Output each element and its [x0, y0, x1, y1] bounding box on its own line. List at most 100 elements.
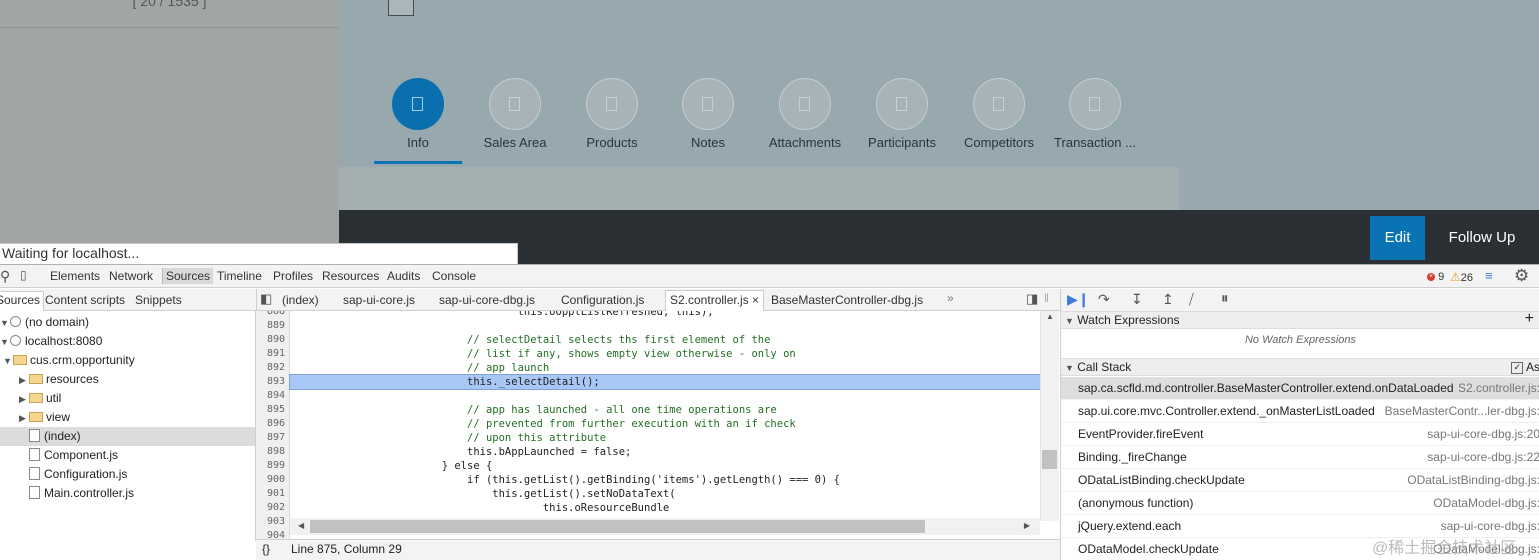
line-number[interactable]: 901	[267, 488, 285, 499]
async-toggle[interactable]: ✓ As	[1511, 359, 1539, 376]
code-line[interactable]: this.oOpptListRefreshed, this);	[290, 311, 1040, 319]
edit-button[interactable]: Edit	[1370, 216, 1425, 260]
scroll-right-icon[interactable]: ▶	[1024, 521, 1030, 530]
pause-on-exceptions-icon[interactable]: ⏸	[1221, 290, 1229, 307]
line-number[interactable]: 897	[267, 432, 285, 443]
line-number[interactable]: 904	[267, 530, 285, 539]
expand-icon[interactable]: ▶	[19, 371, 29, 390]
tree-item[interactable]: ▶ resources	[0, 370, 255, 390]
follow-up-button[interactable]: Follow Up	[1440, 216, 1524, 260]
code-editor[interactable]: 888 889 890 891 892 893 894 895 896 897 898 899 900 9…	[256, 311, 1060, 539]
scroll-left-icon[interactable]: ◀	[298, 521, 304, 530]
collapse-icon[interactable]: ▼	[3, 352, 13, 371]
tab-notes[interactable]: Notes	[659, 78, 757, 150]
expand-icon[interactable]: ▶	[19, 409, 29, 428]
tree-item[interactable]: (index)	[0, 427, 255, 446]
call-frame[interactable]: (anonymous function) ODataModel-dbg.js:	[1061, 492, 1539, 515]
code-line[interactable]: } else {	[290, 459, 1040, 473]
collapse-icon[interactable]: ▼	[0, 314, 10, 333]
tab-circle[interactable]	[779, 78, 831, 130]
code-line[interactable]: // upon this attribute	[290, 431, 1040, 445]
checkbox[interactable]	[388, 0, 414, 16]
tab-resources[interactable]: Resources	[322, 269, 379, 283]
line-number[interactable]: 888	[267, 311, 285, 317]
code-line[interactable]	[290, 319, 1040, 333]
toggle-navigator-icon[interactable]: ◧	[260, 291, 272, 307]
line-number[interactable]: 903	[267, 516, 285, 527]
close-tab-icon[interactable]: ×	[752, 293, 759, 307]
tab-circle[interactable]	[586, 78, 638, 130]
tab-sources[interactable]: Sources	[162, 268, 214, 284]
line-number[interactable]: 891	[267, 348, 285, 359]
tree-item[interactable]: ▼ (no domain)	[0, 313, 255, 333]
nav-tab-snippets[interactable]: Snippets	[135, 293, 182, 307]
call-frame-location[interactable]: sap-ui-core-dbg.js:22	[1427, 446, 1539, 469]
file-tab-s2-controller[interactable]: S2.controller.js ×	[665, 290, 765, 311]
console-drawer-icon[interactable]: ≡	[1485, 268, 1493, 283]
line-number[interactable]: 895	[267, 404, 285, 415]
tab-audits[interactable]: Audits	[387, 269, 420, 283]
line-gutter[interactable]: 888 889 890 891 892 893 894 895 896 897 898 899 900 9…	[256, 311, 290, 539]
tree-item[interactable]: ▼ localhost:8080	[0, 332, 255, 352]
call-frame[interactable]: ODataListBinding.checkUpdate ODataListBin…	[1061, 469, 1539, 492]
file-tab-sap-ui-core-dbg[interactable]: sap-ui-core-dbg.js	[439, 293, 535, 307]
tab-network[interactable]: Network	[109, 269, 153, 283]
code-line[interactable]: // selectDetail selects ths first elemen…	[290, 333, 1040, 347]
code-line[interactable]: // prevented from further execution with…	[290, 417, 1040, 431]
tab-elements[interactable]: Elements	[50, 269, 100, 283]
more-tabs-icon[interactable]: »	[947, 291, 954, 305]
vertical-scrollbar[interactable]: ▲	[1040, 311, 1059, 521]
tree-item[interactable]: ▶ view	[0, 408, 255, 428]
tab-circle[interactable]	[876, 78, 928, 130]
call-frame[interactable]: sap.ui.core.mvc.Controller.extend._onMas…	[1061, 400, 1539, 423]
error-counter[interactable]: × 9	[1427, 271, 1444, 283]
code-line[interactable]: // app has launched - all one time opera…	[290, 403, 1040, 417]
tab-timeline[interactable]: Timeline	[217, 269, 262, 283]
code-line[interactable]: if (this.getList().getBinding('items').g…	[290, 473, 1040, 487]
tab-sales-area[interactable]: Sales Area	[466, 78, 564, 150]
line-number[interactable]: 889	[267, 320, 285, 331]
line-number[interactable]: 899	[267, 460, 285, 471]
tab-attachments[interactable]: Attachments	[756, 78, 854, 150]
tab-competitors[interactable]: Competitors	[950, 78, 1048, 150]
file-tab-configuration[interactable]: Configuration.js	[561, 293, 644, 307]
call-frame[interactable]: Binding._fireChange sap-ui-core-dbg.js:22	[1061, 446, 1539, 469]
warning-counter[interactable]: ⚠26	[1450, 270, 1473, 284]
line-number[interactable]: 896	[267, 418, 285, 429]
line-number[interactable]: 902	[267, 502, 285, 513]
collapse-icon[interactable]: ▼	[0, 333, 10, 352]
file-tab-base-master-controller[interactable]: BaseMasterController-dbg.js	[771, 293, 923, 307]
scroll-up-icon[interactable]: ▲	[1046, 312, 1054, 321]
call-frame-location[interactable]: ODataListBinding-dbg.js:	[1407, 469, 1539, 492]
tab-circle[interactable]	[489, 78, 541, 130]
call-frame-location[interactable]: sap-ui-core-dbg.js:20	[1427, 423, 1539, 446]
vertical-scroll-thumb[interactable]	[1042, 450, 1057, 469]
line-number[interactable]: 893	[267, 376, 285, 387]
watch-expressions-header[interactable]: ▼ Watch Expressions +	[1061, 310, 1539, 329]
step-out-icon[interactable]: ↥	[1162, 291, 1174, 308]
tree-item[interactable]: Component.js	[0, 446, 255, 465]
code-line[interactable]: this.oResourceBundle	[290, 501, 1040, 515]
tab-info[interactable]: Info	[369, 78, 467, 150]
tab-circle[interactable]	[1069, 78, 1121, 130]
tab-circle[interactable]	[973, 78, 1025, 130]
tab-transaction[interactable]: Transaction ...	[1046, 78, 1144, 150]
tree-item[interactable]: ▶ util	[0, 389, 255, 409]
checkbox-checked-icon[interactable]: ✓	[1511, 361, 1524, 374]
code-line[interactable]: // list if any, shows empty view otherwi…	[290, 347, 1040, 361]
inspect-search-icon[interactable]: ⚲	[0, 268, 10, 285]
call-frame-location[interactable]: ODataModel-dbg.js:	[1433, 492, 1539, 515]
tab-participants[interactable]: Participants	[853, 78, 951, 150]
call-frame[interactable]: EventProvider.fireEvent sap-ui-core-dbg.j…	[1061, 423, 1539, 446]
nav-tab-content-scripts[interactable]: Content scripts	[45, 293, 125, 307]
code-line[interactable]: this.getList().setNoDataText(	[290, 487, 1040, 501]
step-into-icon[interactable]: ↧	[1131, 291, 1143, 308]
pretty-print-button[interactable]: {}	[262, 540, 270, 559]
tab-console[interactable]: Console	[432, 269, 476, 283]
deactivate-breakpoints-icon[interactable]: ⧸	[1189, 291, 1194, 308]
tree-item[interactable]: Configuration.js	[0, 465, 255, 484]
expand-icon[interactable]: ▶	[19, 390, 29, 409]
line-number[interactable]: 892	[267, 362, 285, 373]
toggle-debugger-icon[interactable]: ◨	[1026, 291, 1038, 307]
resume-icon[interactable]: ▶❙	[1067, 291, 1090, 308]
